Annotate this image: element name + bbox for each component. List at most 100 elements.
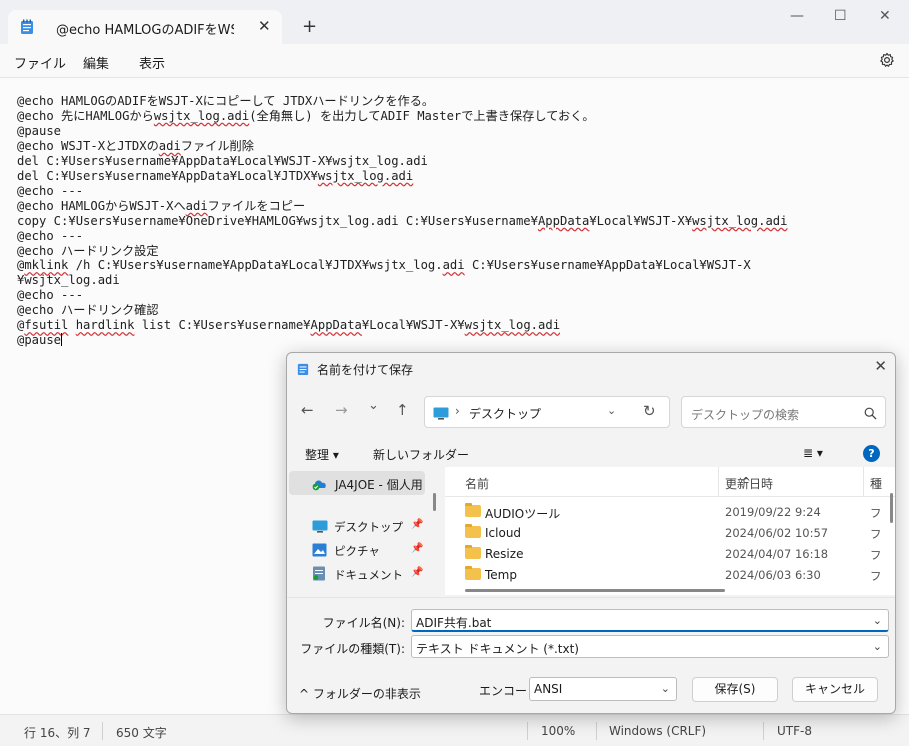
address-bar[interactable]: › デスクトップ ⌄ ↻ bbox=[424, 396, 670, 428]
notepad-icon bbox=[297, 361, 309, 380]
search-box[interactable]: デスクトップの検索 bbox=[681, 396, 886, 428]
file-date: 2024/06/03 6:30 bbox=[725, 568, 821, 582]
column-headers: ^ 名前 更新日時 種 bbox=[445, 467, 895, 497]
editor-line: @echo ハードリンク確認 bbox=[17, 303, 159, 318]
chevron-down-icon[interactable]: ⌄ bbox=[873, 614, 882, 627]
file-row[interactable]: Icloud 2024/06/02 10:57 フ bbox=[445, 522, 882, 543]
nav-item-desktop[interactable]: デスクトップ 📌 bbox=[287, 515, 427, 537]
column-type[interactable]: 種 bbox=[870, 475, 882, 492]
editor-line: @mklink /h C:¥Users¥username¥AppData¥Loc… bbox=[17, 258, 751, 273]
editor-line: @echo --- bbox=[17, 228, 84, 243]
desktop-icon bbox=[433, 405, 449, 424]
column-name[interactable]: 名前 bbox=[465, 475, 489, 492]
dialog-footer: ^ フォルダーの非表示 エンコード: ANSI ⌄ 保存(S) キャンセル bbox=[287, 667, 895, 713]
chevron-down-icon[interactable]: ⌄ bbox=[661, 682, 670, 695]
file-name: Icloud bbox=[485, 526, 522, 540]
tab-title: @echo HAMLOGのADIFをWSJT-Xに: bbox=[56, 23, 234, 38]
organize-button[interactable]: 整理 ▾ bbox=[305, 446, 339, 463]
new-tab-button[interactable]: + bbox=[302, 16, 317, 37]
folder-icon bbox=[465, 524, 481, 538]
nav-item-pictures[interactable]: ピクチャ 📌 bbox=[287, 539, 427, 561]
file-row[interactable]: Resize 2024/04/07 16:18 フ bbox=[445, 543, 882, 564]
dialog-title: 名前を付けて保存 bbox=[317, 363, 414, 377]
save-as-dialog: 名前を付けて保存 ✕ ← → ⌄ ↑ › デスクトップ ⌄ ↻ デスクトップの検… bbox=[286, 352, 896, 714]
view-options-button[interactable]: ≣ ▾ bbox=[803, 446, 823, 460]
file-date: 2019/09/22 9:24 bbox=[725, 505, 821, 519]
pictures-icon bbox=[312, 542, 327, 561]
folder-icon bbox=[465, 503, 481, 517]
recent-locations-button[interactable]: ⌄ bbox=[368, 398, 379, 413]
cancel-button[interactable]: キャンセル bbox=[792, 677, 878, 702]
file-row[interactable]: AUDIOツール 2019/09/22 9:24 フ bbox=[445, 501, 882, 522]
hide-folders-button[interactable]: ^ フォルダーの非表示 bbox=[299, 685, 421, 702]
title-bar: @echo HAMLOGのADIFをWSJT-Xに: ✕ + — ☐ ✕ bbox=[0, 0, 909, 44]
search-icon[interactable] bbox=[864, 405, 877, 424]
file-name: Temp bbox=[485, 568, 517, 582]
onedrive-icon bbox=[311, 476, 329, 495]
cursor-position: 行 16、列 7 bbox=[24, 726, 91, 740]
forward-button[interactable]: → bbox=[335, 401, 348, 419]
file-name: AUDIOツール bbox=[485, 507, 561, 521]
nav-item-onedrive[interactable]: JA4JOE - 個人用 bbox=[289, 471, 425, 495]
chevron-up-icon: ^ bbox=[299, 687, 313, 701]
zoom-level: 100% bbox=[541, 724, 576, 738]
file-encoding: UTF-8 bbox=[777, 724, 812, 738]
column-date[interactable]: 更新日時 bbox=[725, 475, 773, 492]
help-button[interactable]: ? bbox=[863, 445, 880, 462]
filename-value: ADIF共有.bat bbox=[416, 616, 492, 630]
horizontal-scrollbar[interactable] bbox=[465, 589, 725, 592]
close-window-button[interactable]: ✕ bbox=[879, 8, 891, 24]
file-date: 2024/06/02 10:57 bbox=[725, 526, 829, 540]
nav-item-label: ピクチャ bbox=[334, 544, 380, 558]
new-folder-button[interactable]: 新しいフォルダー bbox=[373, 446, 469, 463]
file-type: フ bbox=[870, 548, 882, 562]
file-list[interactable]: ^ 名前 更新日時 種 AUDIOツール 2019/09/22 9:24 フ Iclo… bbox=[445, 467, 895, 595]
documents-icon bbox=[312, 566, 326, 585]
chevron-down-icon[interactable]: ⌄ bbox=[873, 640, 882, 653]
menu-view[interactable]: 表示 bbox=[139, 53, 165, 72]
nav-item-label: JA4JOE - 個人用 bbox=[335, 478, 423, 492]
editor-line: @pause bbox=[17, 123, 62, 138]
menu-bar: ファイル 編集 表示 bbox=[0, 44, 909, 78]
file-row[interactable]: Temp 2024/06/03 6:30 フ bbox=[445, 564, 882, 585]
file-type: フ bbox=[870, 506, 882, 520]
up-button[interactable]: ↑ bbox=[396, 401, 409, 419]
nav-item-label: ドキュメント bbox=[334, 568, 403, 582]
refresh-button[interactable]: ↻ bbox=[643, 402, 656, 420]
maximize-button[interactable]: ☐ bbox=[834, 8, 847, 24]
filename-label: ファイル名(N): bbox=[322, 616, 405, 630]
editor-line: @echo --- bbox=[17, 288, 84, 303]
navigation-row: ← → ⌄ ↑ › デスクトップ ⌄ ↻ デスクトップの検索 bbox=[287, 393, 895, 429]
status-bar: 行 16、列 7 650 文字 100% Windows (CRLF) UTF-… bbox=[0, 714, 909, 746]
tab-document[interactable]: @echo HAMLOGのADIFをWSJT-Xに: ✕ bbox=[8, 10, 282, 44]
nav-item-label: デスクトップ bbox=[334, 520, 403, 534]
editor-content[interactable]: @echo HAMLOGのADIFをWSJT-Xにコピーして JTDXハードリン… bbox=[17, 94, 787, 348]
editor-line: del C:¥Users¥username¥AppData¥Local¥JTDX… bbox=[17, 168, 414, 183]
back-button[interactable]: ← bbox=[301, 401, 314, 419]
editor-line: @fsutil hardlink list C:¥Users¥username¥… bbox=[17, 318, 561, 333]
search-placeholder: デスクトップの検索 bbox=[691, 408, 800, 422]
save-fields: ファイル名(N): ADIF共有.bat ⌄ ファイルの種類(T): テキスト … bbox=[287, 597, 895, 658]
navigation-pane: JA4JOE - 個人用 デスクトップ 📌 ピクチャ 📌 ドキュメント 📌 bbox=[287, 467, 437, 595]
tab-close-icon[interactable]: ✕ bbox=[258, 17, 271, 35]
notepad-icon bbox=[20, 19, 34, 39]
gear-icon[interactable] bbox=[879, 52, 895, 72]
save-button[interactable]: 保存(S) bbox=[692, 677, 778, 702]
editor-line: @echo HAMLOGからWSJT-Xへadiファイルをコピー bbox=[17, 198, 306, 213]
folder-icon bbox=[465, 566, 481, 580]
line-ending: Windows (CRLF) bbox=[609, 724, 707, 738]
file-type: フ bbox=[870, 569, 882, 583]
pin-icon: 📌 bbox=[411, 519, 424, 530]
minimize-button[interactable]: — bbox=[790, 8, 804, 24]
encoding-select[interactable]: ANSI ⌄ bbox=[529, 677, 677, 701]
file-date: 2024/04/07 16:18 bbox=[725, 547, 829, 561]
dialog-close-button[interactable]: ✕ bbox=[874, 357, 887, 375]
menu-edit[interactable]: 編集 bbox=[83, 53, 109, 72]
file-name: Resize bbox=[485, 547, 524, 561]
filetype-select[interactable]: テキスト ドキュメント (*.txt) ⌄ bbox=[411, 635, 889, 658]
chevron-down-icon[interactable]: ⌄ bbox=[607, 404, 616, 417]
menu-file[interactable]: ファイル bbox=[14, 53, 66, 72]
filename-input[interactable]: ADIF共有.bat ⌄ bbox=[411, 609, 889, 632]
nav-item-documents[interactable]: ドキュメント 📌 bbox=[287, 563, 427, 585]
editor-line: @echo 先にHAMLOGからwsjtx_log.adi(全角無し) を出力し… bbox=[17, 108, 595, 123]
